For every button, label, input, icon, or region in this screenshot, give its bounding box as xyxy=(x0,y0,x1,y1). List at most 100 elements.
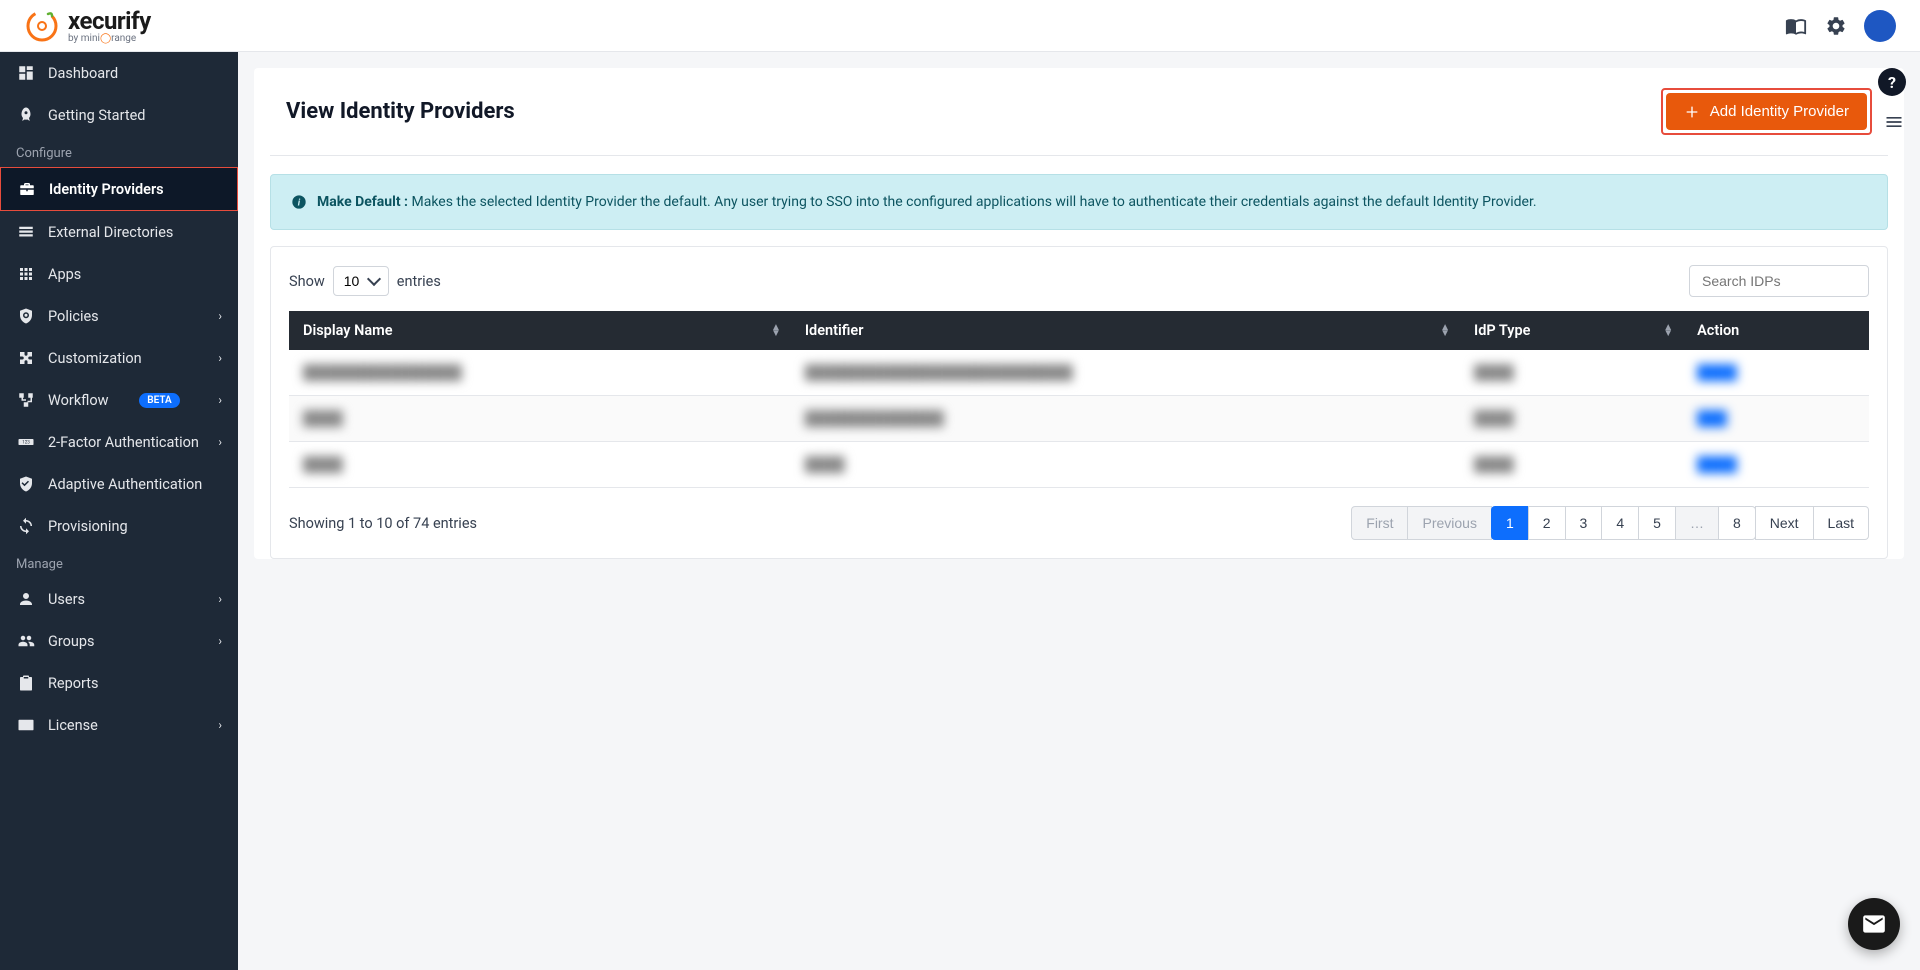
sidebar-label: Groups xyxy=(48,633,95,650)
sort-icon: ▲▼ xyxy=(771,325,781,337)
side-panel-toggle[interactable] xyxy=(1884,112,1904,132)
cell-idp-type: ████ xyxy=(1474,411,1514,427)
cell-display-name: ████████████████ xyxy=(303,365,462,381)
col-action: Action xyxy=(1683,311,1869,350)
clipboard-icon xyxy=(16,673,36,693)
brand-name: xecurify xyxy=(68,7,151,35)
user-icon xyxy=(16,589,36,609)
page-number[interactable]: 4 xyxy=(1601,506,1639,540)
col-display-name[interactable]: Display Name▲▼ xyxy=(289,311,791,350)
entries-select[interactable]: 10 xyxy=(333,266,389,296)
idp-table-card: Show 10 entries Display Name▲▼ xyxy=(270,246,1888,559)
sidebar-label: External Directories xyxy=(48,224,173,241)
showing-text: Showing 1 to 10 of 74 entries xyxy=(289,515,477,532)
add-identity-provider-button[interactable]: Add Identity Provider xyxy=(1666,93,1867,130)
help-button[interactable]: ? xyxy=(1878,68,1906,96)
dashboard-icon xyxy=(16,63,36,83)
sidebar-item-2fa[interactable]: 123 2-Factor Authentication › xyxy=(0,421,238,463)
page-header: View Identity Providers Add Identity Pro… xyxy=(270,68,1888,156)
sort-icon: ▲▼ xyxy=(1440,325,1450,337)
cell-display-name: ████ xyxy=(303,411,343,427)
sidebar-item-external-directories[interactable]: External Directories xyxy=(0,211,238,253)
sidebar-item-adaptive-auth[interactable]: Adaptive Authentication xyxy=(0,463,238,505)
sidebar-item-policies[interactable]: Policies › xyxy=(0,295,238,337)
sidebar-label: Reports xyxy=(48,675,99,692)
cell-display-name: ████ xyxy=(303,457,343,473)
group-icon xyxy=(16,631,36,651)
sidebar-item-workflow[interactable]: Workflow BETA › xyxy=(0,379,238,421)
sidebar-section-manage: Manage xyxy=(0,547,238,578)
rocket-icon xyxy=(16,105,36,125)
chat-button[interactable] xyxy=(1848,898,1900,950)
cell-action[interactable]: ████ xyxy=(1697,457,1737,473)
sidebar-label: Provisioning xyxy=(48,518,128,535)
header-actions xyxy=(1784,10,1896,42)
cell-idp-type: ████ xyxy=(1474,457,1514,473)
page-first[interactable]: First xyxy=(1351,506,1408,540)
page-ellipsis: … xyxy=(1675,506,1719,540)
chevron-right-icon: › xyxy=(218,309,222,323)
col-identifier[interactable]: Identifier▲▼ xyxy=(791,311,1460,350)
brand-logo[interactable]: xecurify by mini◯range xyxy=(24,7,151,44)
sidebar: Dashboard Getting Started Configure Iden… xyxy=(0,52,238,970)
sidebar-label: Getting Started xyxy=(48,107,145,124)
sidebar-item-provisioning[interactable]: Provisioning xyxy=(0,505,238,547)
sidebar-item-license[interactable]: License › xyxy=(0,704,238,746)
password-icon: 123 xyxy=(16,432,36,452)
sidebar-label: Policies xyxy=(48,308,99,325)
table-row[interactable]: ████ ██████████████ ████ ███ xyxy=(289,396,1869,442)
sidebar-label: Users xyxy=(48,591,85,608)
workflow-icon xyxy=(16,390,36,410)
list-icon xyxy=(16,222,36,242)
sidebar-label: License xyxy=(48,717,98,734)
cell-action[interactable]: ████ xyxy=(1697,365,1737,381)
sidebar-item-reports[interactable]: Reports xyxy=(0,662,238,704)
top-header: xecurify by mini◯range xyxy=(0,0,1920,52)
svg-text:123: 123 xyxy=(22,440,30,446)
info-icon: i xyxy=(291,194,307,210)
idp-table: Display Name▲▼ Identifier▲▼ IdP Type▲▼ A… xyxy=(289,311,1869,488)
card-icon xyxy=(16,715,36,735)
banner-lead: Make Default : xyxy=(317,194,408,210)
shield-gear-icon xyxy=(16,306,36,326)
docs-icon[interactable] xyxy=(1784,14,1808,38)
cell-idp-type: ████ xyxy=(1474,365,1514,381)
show-suffix: entries xyxy=(397,273,441,290)
page-previous[interactable]: Previous xyxy=(1407,506,1491,540)
page-number[interactable]: 3 xyxy=(1565,506,1603,540)
sort-icon: ▲▼ xyxy=(1663,325,1673,337)
chevron-right-icon: › xyxy=(218,592,222,606)
sidebar-item-dashboard[interactable]: Dashboard xyxy=(0,52,238,94)
briefcase-icon xyxy=(17,179,37,199)
sidebar-item-groups[interactable]: Groups › xyxy=(0,620,238,662)
sidebar-item-getting-started[interactable]: Getting Started xyxy=(0,94,238,136)
page-next[interactable]: Next xyxy=(1755,506,1814,540)
sidebar-item-users[interactable]: Users › xyxy=(0,578,238,620)
brand-logo-icon xyxy=(24,8,60,44)
chevron-right-icon: › xyxy=(218,634,222,648)
show-prefix: Show xyxy=(289,273,325,290)
table-row[interactable]: ████████████████ ███████████████████████… xyxy=(289,350,1869,396)
page-number[interactable]: 1 xyxy=(1491,506,1529,540)
sidebar-label: Workflow xyxy=(48,392,109,409)
table-row[interactable]: ████ ████ ████ ████ xyxy=(289,442,1869,488)
gear-icon[interactable] xyxy=(1824,14,1848,38)
entries-selector: Show 10 entries xyxy=(289,266,441,296)
sidebar-item-identity-providers[interactable]: Identity Providers xyxy=(0,167,238,211)
page-number[interactable]: 5 xyxy=(1638,506,1676,540)
sidebar-label: Dashboard xyxy=(48,65,118,82)
apps-icon xyxy=(16,264,36,284)
sidebar-item-customization[interactable]: Customization › xyxy=(0,337,238,379)
col-idp-type[interactable]: IdP Type▲▼ xyxy=(1460,311,1683,350)
page-number[interactable]: 8 xyxy=(1718,506,1756,540)
cell-identifier: ████ xyxy=(805,457,845,473)
sidebar-item-apps[interactable]: Apps xyxy=(0,253,238,295)
banner-text: Makes the selected Identity Provider the… xyxy=(411,194,1536,210)
user-avatar[interactable] xyxy=(1864,10,1896,42)
search-input[interactable] xyxy=(1689,265,1869,297)
shield-check-icon xyxy=(16,474,36,494)
page-number[interactable]: 2 xyxy=(1528,506,1566,540)
cell-action[interactable]: ███ xyxy=(1697,411,1727,427)
page-last[interactable]: Last xyxy=(1813,506,1869,540)
sync-icon xyxy=(16,516,36,536)
